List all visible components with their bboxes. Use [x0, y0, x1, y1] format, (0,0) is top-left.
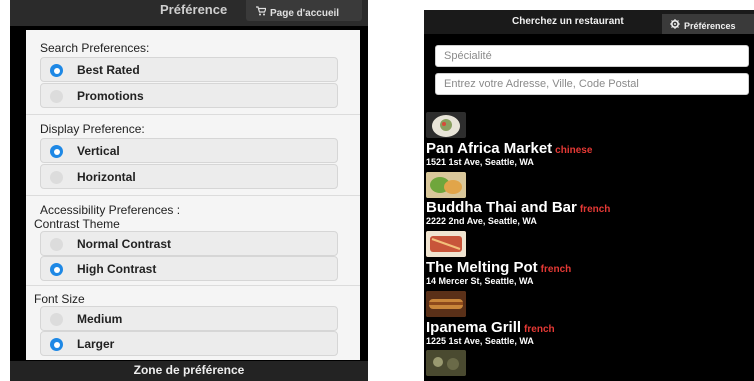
- radio-unselected-icon: [50, 313, 63, 326]
- preferences-screen: Préférence Page d'accueil Search Prefere…: [10, 0, 368, 381]
- restaurant-name[interactable]: Buddha Thai and Bar french: [426, 199, 610, 216]
- option-horizontal[interactable]: Horizontal: [40, 164, 338, 189]
- address-input[interactable]: [444, 78, 748, 90]
- restaurant-name[interactable]: Ipanema Grill french: [426, 319, 555, 336]
- restaurant-name[interactable]: The Melting Pot french: [426, 259, 571, 276]
- option-normal-contrast[interactable]: Normal Contrast: [40, 231, 338, 256]
- option-best-rated[interactable]: Best Rated: [40, 57, 338, 82]
- radio-selected-icon: [50, 64, 63, 77]
- restaurant-address: 1521 1st Ave, Seattle, WA: [426, 157, 534, 167]
- cart-icon: [256, 6, 267, 19]
- divider: [26, 114, 360, 115]
- option-promotions[interactable]: Promotions: [40, 83, 338, 108]
- contrast-theme-title: Contrast Theme: [34, 217, 120, 231]
- home-button[interactable]: Page d'accueil: [246, 0, 362, 21]
- search-preferences-title: Search Preferences:: [40, 41, 150, 55]
- option-high-contrast[interactable]: High Contrast: [40, 256, 338, 281]
- restaurant-address: 14 Mercer St, Seattle, WA: [426, 276, 534, 286]
- option-label: Normal Contrast: [77, 237, 172, 251]
- preferences-footer: Zone de préférence: [10, 361, 368, 381]
- search-header: Cherchez un restaurant Préférences: [424, 10, 754, 34]
- address-field[interactable]: [435, 73, 749, 95]
- restaurant-thumbnail[interactable]: [426, 231, 466, 257]
- preferences-header: Préférence Page d'accueil: [10, 0, 368, 26]
- restaurant-name[interactable]: Pan Africa Market chinese: [426, 140, 592, 157]
- option-vertical[interactable]: Vertical: [40, 138, 338, 163]
- preferences-button-label: Préférences: [684, 21, 736, 31]
- restaurant-search-screen: Cherchez un restaurant Préférences Pan A…: [424, 10, 754, 381]
- restaurant-name-text: Buddha Thai and Bar: [426, 199, 577, 216]
- radio-selected-icon: [50, 263, 63, 276]
- cuisine-label: french: [579, 204, 611, 215]
- accessibility-title: Accessibility Preferences :: [40, 203, 181, 217]
- restaurant-thumbnail[interactable]: [426, 172, 466, 198]
- restaurant-thumbnail[interactable]: [426, 350, 466, 376]
- display-preference-title: Display Preference:: [40, 122, 145, 136]
- restaurant-thumbnail[interactable]: [426, 291, 466, 317]
- specialty-field[interactable]: [435, 45, 749, 67]
- restaurant-address: 2222 2nd Ave, Seattle, WA: [426, 216, 537, 226]
- cuisine-label: chinese: [555, 145, 593, 156]
- option-label: High Contrast: [77, 262, 157, 276]
- divider: [26, 285, 360, 286]
- option-label: Larger: [77, 337, 115, 351]
- preferences-button[interactable]: Préférences: [662, 14, 754, 34]
- font-size-title: Font Size: [34, 292, 85, 306]
- restaurant-name-text: Pan Africa Market: [426, 140, 553, 157]
- preferences-title: Préférence: [160, 2, 228, 17]
- specialty-input[interactable]: [444, 50, 748, 62]
- option-label: Promotions: [77, 89, 144, 103]
- option-label: Medium: [77, 312, 123, 326]
- option-label: Horizontal: [77, 170, 136, 184]
- restaurant-name-text: The Melting Pot: [426, 259, 538, 276]
- radio-unselected-icon: [50, 238, 63, 251]
- option-label: Best Rated: [77, 63, 140, 77]
- home-button-label: Page d'accueil: [270, 8, 340, 19]
- footer-label: Zone de préférence: [133, 363, 245, 377]
- cuisine-label: french: [524, 324, 555, 335]
- radio-unselected-icon: [50, 90, 63, 103]
- radio-selected-icon: [50, 145, 63, 158]
- option-label: Vertical: [77, 144, 120, 158]
- radio-unselected-icon: [50, 171, 63, 184]
- cuisine-label: french: [540, 264, 572, 275]
- option-medium[interactable]: Medium: [40, 306, 338, 331]
- restaurant-address: 1225 1st Ave, Seattle, WA: [426, 336, 534, 346]
- preferences-panel: Search Preferences: Best Rated Promotion…: [26, 30, 360, 360]
- radio-selected-icon: [50, 338, 63, 351]
- option-larger[interactable]: Larger: [40, 331, 338, 356]
- divider: [26, 195, 360, 196]
- restaurant-name-text: Ipanema Grill: [426, 319, 522, 336]
- restaurant-thumbnail[interactable]: [426, 112, 466, 138]
- gear-icon: [670, 19, 680, 32]
- search-title: Cherchez un restaurant: [512, 16, 624, 27]
